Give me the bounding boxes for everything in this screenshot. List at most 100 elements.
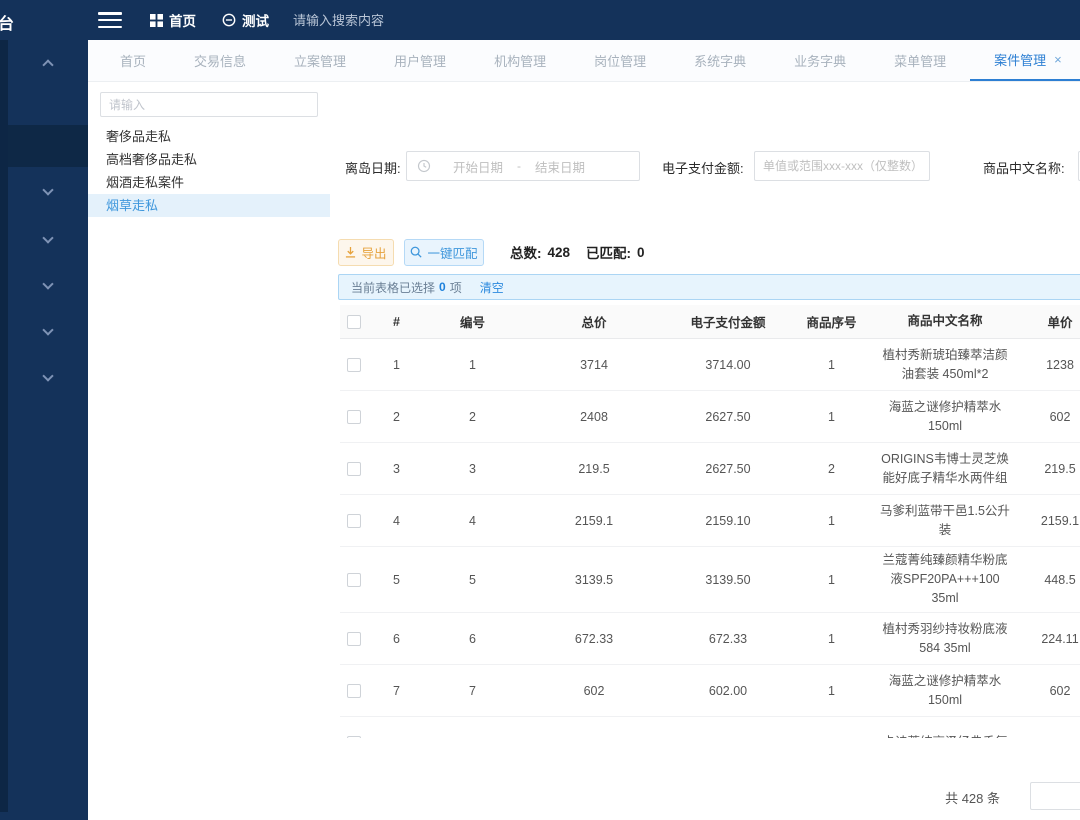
- sidebar-item-collapsed-5[interactable]: [8, 310, 88, 350]
- cell-name: 马爹利蓝带干邑1.5公升装: [875, 496, 1015, 546]
- row-checkbox[interactable]: [347, 514, 361, 528]
- top-nav-test[interactable]: 测试: [222, 10, 269, 30]
- table-row: 3 3 219.5 2627.50 2 ORIGINS韦博士灵芝焕能好底子精华水…: [340, 443, 1080, 495]
- total-label: 总数:: [510, 242, 542, 262]
- tab-home[interactable]: 首页: [96, 40, 170, 81]
- depart-date-label: 离岛日期:: [345, 158, 401, 177]
- total-value: 428: [548, 245, 571, 260]
- cell-seq: 2: [788, 462, 875, 476]
- cell-total: 672.33: [520, 632, 668, 646]
- matched-label: 已匹配:: [586, 242, 631, 262]
- top-nav-home[interactable]: 首页: [150, 10, 196, 30]
- tab-org-mgmt[interactable]: 机构管理: [470, 40, 570, 81]
- category-item-tobacco-wine[interactable]: 烟酒走私案件: [88, 171, 330, 194]
- cell-total: 2408: [520, 410, 668, 424]
- cell-index: 5: [368, 573, 425, 587]
- date-range-picker[interactable]: 开始日期 - 结束日期: [406, 151, 640, 181]
- table-row: 4 4 2159.1 2159.10 1 马爹利蓝带干邑1.5公升装 2159.…: [340, 495, 1080, 547]
- export-button[interactable]: 导出: [338, 239, 394, 266]
- cell-name: 海蓝之谜修护精萃水 150ml: [875, 392, 1015, 442]
- cell-code: 4: [425, 514, 520, 528]
- row-checkbox[interactable]: [347, 684, 361, 698]
- tab-case-filing[interactable]: 立案管理: [270, 40, 370, 81]
- menu-toggle-icon[interactable]: [98, 12, 122, 28]
- cell-unit: 1238: [1015, 358, 1080, 372]
- product-name-label: 商品中文名称:: [983, 158, 1065, 177]
- tab-case-mgmt-active[interactable]: 案件管理 ×: [970, 40, 1080, 81]
- epay-amount-input[interactable]: [754, 151, 930, 181]
- sidebar-edge-strip: [0, 40, 8, 812]
- table-row: 6 6 672.33 672.33 1 植村秀羽纱持妆粉底液 584 35ml …: [340, 613, 1080, 665]
- category-search-input[interactable]: [109, 93, 309, 116]
- download-icon: [345, 247, 356, 258]
- col-header-name: 商品中文名称: [875, 306, 1015, 337]
- top-nav: 首页 测试: [150, 0, 269, 40]
- row-checkbox[interactable]: [347, 736, 361, 739]
- pagination-bar: 共 428 条: [330, 782, 1080, 812]
- page-size-select[interactable]: [1030, 782, 1080, 810]
- cell-seq: 1: [788, 632, 875, 646]
- col-header-epay: 电子支付金额: [668, 312, 788, 331]
- table-row-partial: 卡诗菁纯亮泽经典香氛: [340, 717, 1080, 738]
- row-checkbox[interactable]: [347, 410, 361, 424]
- tab-menu-mgmt[interactable]: 菜单管理: [870, 40, 970, 81]
- grid-icon: [150, 14, 163, 27]
- sidebar-item-collapsed-2[interactable]: [8, 170, 88, 210]
- cell-name: ORIGINS韦博士灵芝焕能好底子精华水两件组: [875, 444, 1015, 494]
- tab-post-mgmt[interactable]: 岗位管理: [570, 40, 670, 81]
- top-bar: 台 首页 测试: [0, 0, 1080, 40]
- tab-close-icon[interactable]: ×: [1054, 53, 1062, 66]
- cell-name: 兰蔻菁纯臻颜精华粉底液SPF20PA+++100 35ml: [875, 545, 1015, 614]
- sidebar-item-collapsed-4[interactable]: [8, 264, 88, 304]
- select-all-checkbox[interactable]: [347, 315, 361, 329]
- cell-code: 1: [425, 358, 520, 372]
- sidebar-item-collapsed-3[interactable]: [8, 218, 88, 258]
- row-checkbox[interactable]: [347, 573, 361, 587]
- selection-suffix: 项: [450, 279, 462, 296]
- cell-unit: 602: [1015, 410, 1080, 424]
- cell-epay: 2627.50: [668, 462, 788, 476]
- one-click-match-button[interactable]: 一键匹配: [404, 239, 484, 266]
- cell-code: 3: [425, 462, 520, 476]
- matched-value: 0: [637, 245, 645, 260]
- table-toolbar: 导出 一键匹配 总数: 428 已匹配: 0: [330, 237, 1080, 267]
- cell-code: 2: [425, 410, 520, 424]
- category-item-highend[interactable]: 高档奢侈品走私: [88, 148, 330, 171]
- sidebar-item-selected[interactable]: [8, 125, 88, 167]
- search-icon: [410, 246, 422, 258]
- tab-biz-dict[interactable]: 业务字典: [770, 40, 870, 81]
- pagination-total: 共 428 条: [900, 788, 1000, 807]
- cell-index: 2: [368, 410, 425, 424]
- cell-name: 卡诗菁纯亮泽经典香氛: [875, 727, 1015, 738]
- sidebar-item-collapsed-1[interactable]: [8, 45, 88, 85]
- col-header-seq: 商品序号: [788, 312, 875, 331]
- row-checkbox[interactable]: [347, 632, 361, 646]
- main-content: 首页 交易信息 立案管理 用户管理 机构管理 岗位管理 系统字典 业务字典 菜单…: [88, 40, 1080, 820]
- minus-circle-icon: [222, 13, 236, 27]
- tab-user-mgmt[interactable]: 用户管理: [370, 40, 470, 81]
- cell-seq: 1: [788, 573, 875, 587]
- global-search-input[interactable]: [293, 6, 513, 34]
- page-tabbar: 首页 交易信息 立案管理 用户管理 机构管理 岗位管理 系统字典 业务字典 菜单…: [88, 40, 1080, 82]
- col-header-unit: 单价: [1015, 312, 1080, 331]
- sidebar: [0, 40, 88, 820]
- col-header-index: #: [368, 315, 425, 329]
- chevron-up-icon: [42, 59, 53, 70]
- cell-epay: 602.00: [668, 684, 788, 698]
- category-item-luxury[interactable]: 奢侈品走私: [88, 125, 330, 148]
- results-table: # 编号 总价 电子支付金额 商品序号 商品中文名称 单价 1 1 3714 3…: [340, 305, 1080, 738]
- cell-index: 1: [368, 358, 425, 372]
- cell-seq: 1: [788, 514, 875, 528]
- row-checkbox[interactable]: [347, 462, 361, 476]
- top-nav-home-label: 首页: [169, 10, 196, 30]
- tab-trade-info[interactable]: 交易信息: [170, 40, 270, 81]
- table-header-row: # 编号 总价 电子支付金额 商品序号 商品中文名称 单价: [340, 305, 1080, 339]
- col-header-total: 总价: [520, 312, 668, 331]
- cell-epay: 672.33: [668, 632, 788, 646]
- end-date-placeholder: 结束日期: [535, 157, 585, 176]
- tab-sys-dict[interactable]: 系统字典: [670, 40, 770, 81]
- clear-selection-link[interactable]: 清空: [480, 279, 504, 296]
- sidebar-item-collapsed-6[interactable]: [8, 356, 88, 396]
- category-item-tobacco-active[interactable]: 烟草走私: [88, 194, 330, 217]
- row-checkbox[interactable]: [347, 358, 361, 372]
